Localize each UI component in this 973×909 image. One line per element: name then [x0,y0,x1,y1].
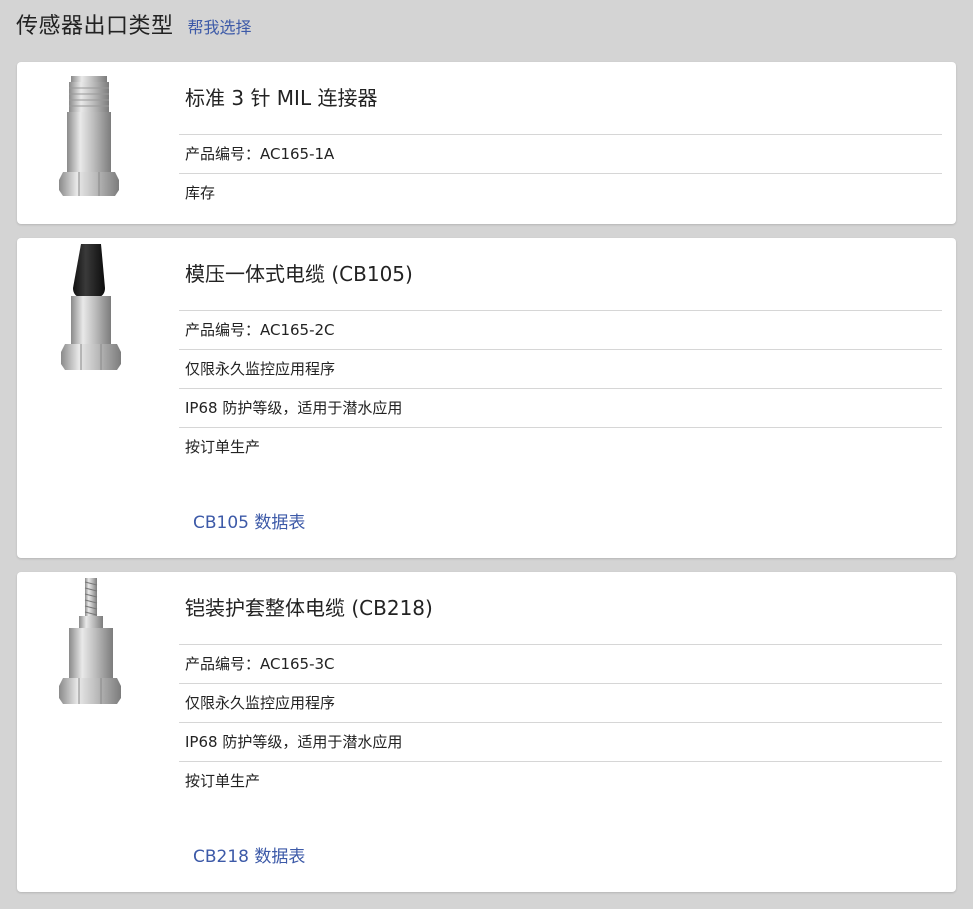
sensor-armored-cable-image [57,578,132,708]
sensor-mil-connector-image [57,72,132,202]
section-header: 传感器出口类型 帮我选择 [16,8,252,44]
product-feature: 仅限永久监控应用程序 [179,684,942,723]
product-name: 模压一体式电缆 (CB105) [179,238,942,311]
product-name: 标准 3 针 MIL 连接器 [179,62,942,135]
page-title: 传感器出口类型 [16,14,174,39]
product-feature: IP68 防护等级，适用于潜水应用 [179,389,942,428]
help-me-choose-link[interactable]: 帮我选择 [188,14,252,38]
product-feature: 按订单生产 [185,772,261,790]
product-name: 铠装护套整体电缆 (CB218) [179,572,942,645]
product-feature: IP68 防护等级，适用于潜水应用 [179,723,942,762]
datasheet-link-cb218[interactable]: CB218 数据表 [193,842,305,867]
product-feature: 产品编号：AC165-2C [179,311,942,350]
product-feature: 仅限永久监控应用程序 [179,350,942,389]
sensor-molded-cable-image [57,244,132,374]
product-card-cb105[interactable]: 模压一体式电缆 (CB105) 产品编号：AC165-2C 仅限永久监控应用程序… [17,238,956,558]
product-feature: 产品编号：AC165-1A [179,135,942,174]
datasheet-link-cb105[interactable]: CB105 数据表 [193,508,305,533]
product-card-cb218[interactable]: 铠装护套整体电缆 (CB218) 产品编号：AC165-3C 仅限永久监控应用程… [17,572,956,892]
product-feature: 产品编号：AC165-3C [179,645,942,684]
product-feature: 库存 [185,184,216,202]
product-card-mil-connector[interactable]: 标准 3 针 MIL 连接器 产品编号：AC165-1A 库存 [17,62,956,224]
product-feature: 按订单生产 [185,438,261,456]
